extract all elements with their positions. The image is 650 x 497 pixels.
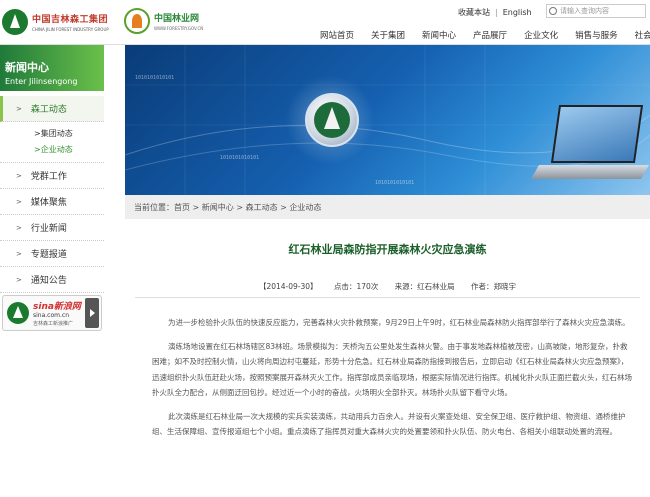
- sina-logo-icon: [7, 302, 29, 324]
- sina-url: sina.com.cn: [33, 312, 70, 319]
- meta-divider: [135, 297, 640, 298]
- search-placeholder: 请输入查询内容: [560, 7, 609, 15]
- sina-caption: 吉林森工新浪推广: [33, 321, 74, 327]
- sina-promo-link[interactable]: sina新浪网 sina.com.cn 吉林森工新浪推广: [2, 295, 102, 331]
- article: 红石林业局森防指开展森林火灾应急演练 【2014-09-30】 点击：170次 …: [125, 219, 650, 497]
- nav-products[interactable]: 产品展厅: [473, 29, 507, 41]
- sidebar-item-label: 党群工作: [30, 172, 67, 182]
- top-link-divider: |: [495, 8, 498, 17]
- subitem-label: 集团动态: [40, 129, 73, 138]
- article-date: 【2014-09-30】: [258, 282, 318, 291]
- sidebar-item-industry-news[interactable]: > 行业新闻: [0, 215, 104, 241]
- chevron-right-icon: >: [16, 171, 22, 180]
- article-paragraph: 演练场地设置在红石林场辖区83林班。场景模拟为：天桥沟五公里处发生森林火警。由于…: [152, 341, 632, 398]
- jilin-forest-logo[interactable]: 中国吉林森工集团 CHINA JILIN FOREST INDUSTRY GRO…: [2, 6, 109, 38]
- forestry-gov-logo[interactable]: 中国林业网 WWW.FORESTRY.GOV.CN: [124, 8, 203, 34]
- article-clicks: 点击：170次: [334, 282, 378, 291]
- subitem-group-news[interactable]: >集团动态: [0, 126, 104, 142]
- nav-news[interactable]: 新闻中心: [422, 29, 456, 41]
- english-link[interactable]: English: [503, 8, 532, 17]
- sidebar-item-media[interactable]: > 媒体聚焦: [0, 189, 104, 215]
- sidebar-item-forest-news[interactable]: > 森工动态: [0, 96, 104, 122]
- article-title: 红石林业局森防指开展森林火灾应急演练: [288, 243, 487, 256]
- site-header: 中国吉林森工集团 CHINA JILIN FOREST INDUSTRY GRO…: [0, 0, 650, 44]
- logo2-en: WWW.FORESTRY.GOV.CN: [154, 26, 204, 31]
- main-nav: 网站首页 关于集团 新闻中心 产品展厅 企业文化 销售与服务 社会责任: [320, 29, 650, 41]
- chevron-right-icon: >: [16, 104, 22, 113]
- nav-home[interactable]: 网站首页: [320, 29, 354, 41]
- logo2-cn: 中国林业网: [154, 14, 200, 24]
- sidebar-subitems: >集团动态 >企业动态: [0, 122, 104, 163]
- subitem-company-news[interactable]: >企业动态: [0, 142, 104, 158]
- article-paragraph: 此次演练是红石林业局一次大规模的实兵实装演练，共动用兵力百余人。并设有火案查处组…: [152, 411, 626, 437]
- sidebar-item-label: 通知公告: [30, 276, 67, 286]
- sidebar-item-label: 行业新闻: [30, 224, 67, 234]
- sidebar-item-notices[interactable]: > 通知公告: [0, 267, 104, 293]
- search-icon[interactable]: [549, 7, 557, 15]
- hero-code-text: 1010101010101: [135, 75, 175, 81]
- sidebar-item-label: 森工动态: [30, 105, 67, 115]
- chevron-right-icon: >: [16, 197, 22, 206]
- breadcrumb: 当前位置：首页 > 新闻中心 > 森工动态 > 企业动态: [125, 195, 650, 219]
- laptop-icon: [530, 105, 650, 185]
- subitem-label: 企业动态: [40, 145, 73, 154]
- article-body: 为进一步检验扑火队伍的快速反应能力，完善森林火灾扑救预案，9月29日上午9时，红…: [152, 315, 632, 448]
- news-center-banner: 新闻中心 Enter Jilinsengong: [0, 45, 104, 91]
- nav-social[interactable]: 社会责任: [635, 29, 650, 41]
- nav-sales[interactable]: 销售与服务: [575, 29, 618, 41]
- clicks-label: 点击：: [333, 282, 357, 291]
- article-author: 作者：郑晓宇: [471, 282, 517, 291]
- news-center-title: 新闻中心: [5, 61, 49, 74]
- forestry-gov-logo-icon: [124, 8, 150, 34]
- article-meta: 【2014-09-30】 点击：170次 来源：红石林业局 作者：郑晓宇: [125, 281, 650, 292]
- sidebar-item-party-work[interactable]: > 党群工作: [0, 163, 104, 189]
- hero-code-text: 1010101010101: [220, 155, 260, 161]
- hero-code-text: 1010101010101: [375, 180, 415, 186]
- chevron-right-icon: >: [16, 275, 22, 284]
- search-input[interactable]: 请输入查询内容: [546, 4, 646, 18]
- news-center-subtitle: Enter Jilinsengong: [5, 77, 78, 86]
- sina-brand: sina新浪网: [33, 302, 81, 312]
- top-links: 收藏本站 | English: [458, 7, 532, 18]
- sidebar-item-label: 专题报道: [30, 250, 67, 260]
- hero-banner: 1010101010101 1010101010101 101010101010…: [125, 45, 650, 195]
- sidebar-item-label: 媒体聚焦: [30, 198, 67, 208]
- sidebar-item-special[interactable]: > 专题报道: [0, 241, 104, 267]
- logo1-en: CHINA JILIN FOREST INDUSTRY GROUP: [32, 27, 109, 32]
- chevron-right-icon: >: [16, 223, 22, 232]
- bookmark-link[interactable]: 收藏本站: [458, 7, 490, 18]
- chevron-right-icon: >: [16, 249, 22, 258]
- sidebar-menu: > 森工动态 >集团动态 >企业动态 > 党群工作 > 媒体聚焦 > 行业新闻 …: [0, 96, 104, 293]
- jilin-forest-logo-icon: [2, 9, 28, 35]
- forestry-emblem-icon: [305, 93, 359, 147]
- nav-culture[interactable]: 企业文化: [524, 29, 558, 41]
- nav-about[interactable]: 关于集团: [371, 29, 405, 41]
- article-paragraph: 为进一步检验扑火队伍的快速反应能力，完善森林火灾扑救预案，9月29日上午9时，红…: [168, 318, 630, 327]
- sidebar: 新闻中心 Enter Jilinsengong > 森工动态 >集团动态 >企业…: [0, 45, 104, 497]
- play-icon[interactable]: [85, 298, 99, 328]
- article-source: 来源：红石林业局: [394, 282, 455, 291]
- clicks-value: 170次: [356, 282, 379, 291]
- logo1-cn: 中国吉林森工集团: [32, 15, 109, 25]
